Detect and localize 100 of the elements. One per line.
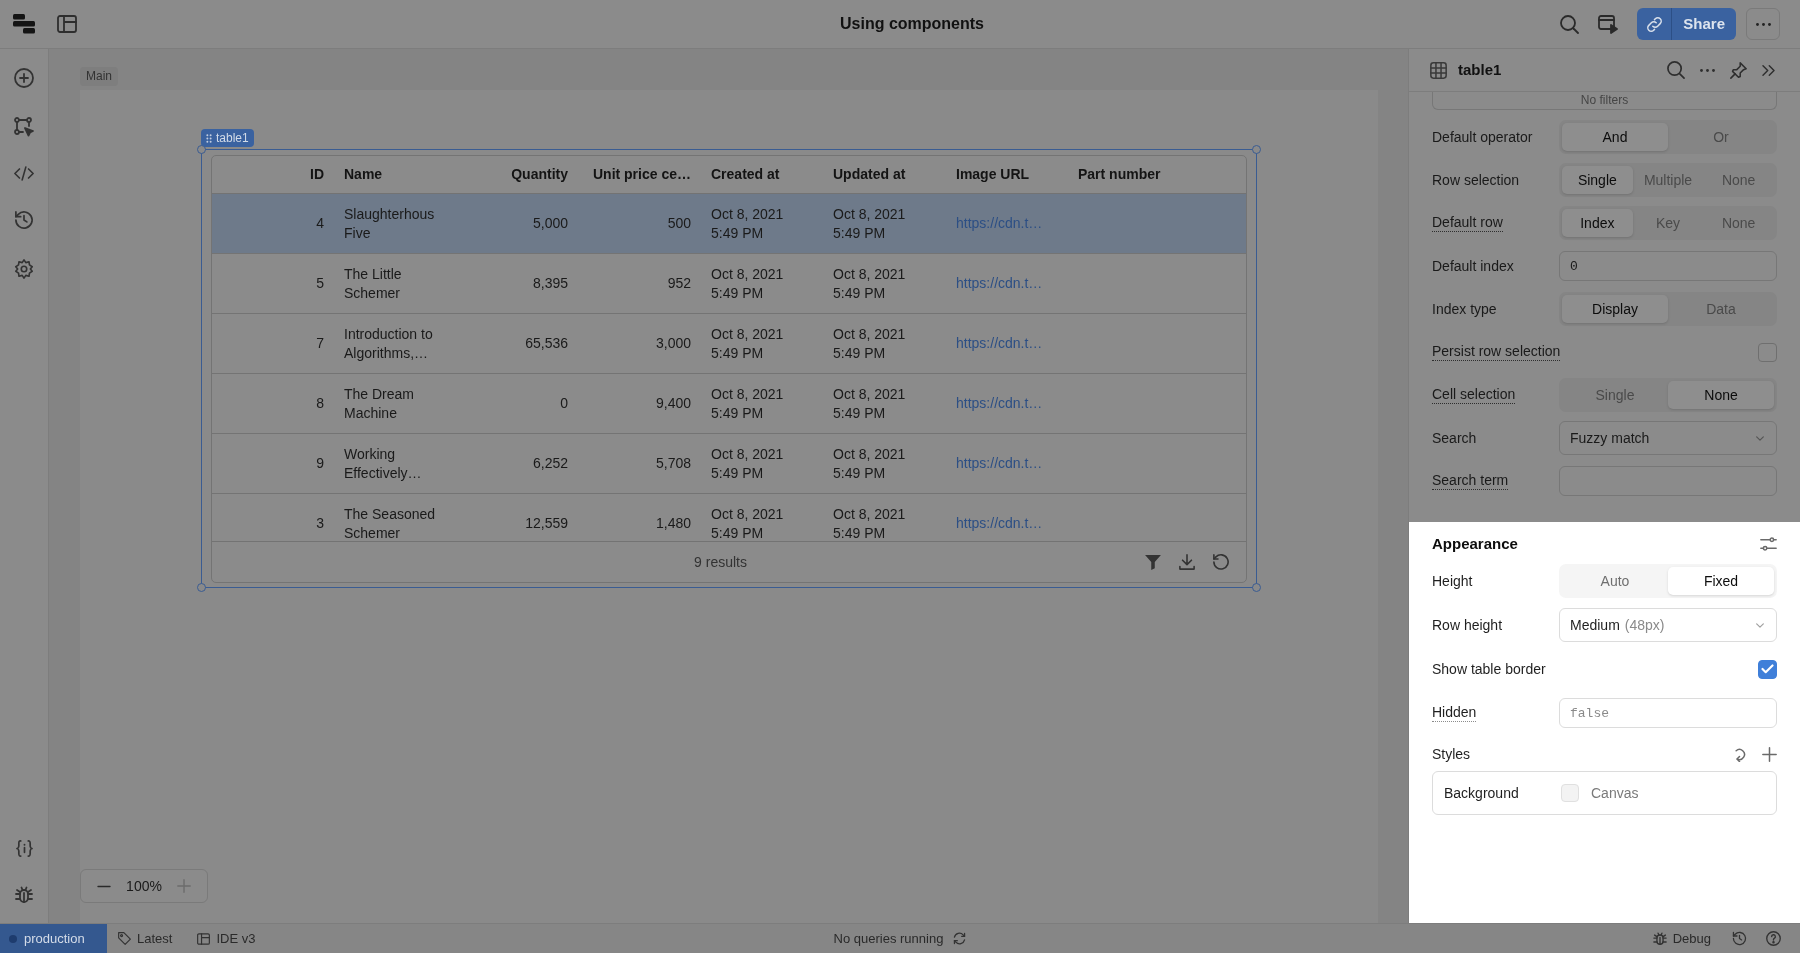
table-cell: 5,000 xyxy=(532,214,568,233)
style-row[interactable]: Background Canvas xyxy=(1432,771,1777,815)
segment-option[interactable]: Fixed xyxy=(1668,567,1774,595)
plus-icon[interactable] xyxy=(1762,746,1777,762)
shape-cursor-icon[interactable] xyxy=(14,117,34,137)
component-tag[interactable]: table1 xyxy=(201,129,254,147)
table-cell: Slaughterhous Five xyxy=(344,204,435,243)
table-cell: Oct 8, 2021 5:49 PM xyxy=(711,504,784,541)
table-cell: Oct 8, 2021 5:49 PM xyxy=(833,504,906,541)
column-header[interactable]: Updated at xyxy=(833,164,906,185)
table-cell: Introduction to Algorithms,… xyxy=(344,324,433,363)
share-button[interactable]: Share xyxy=(1671,8,1736,40)
window-play-icon[interactable] xyxy=(1598,14,1619,34)
link-button[interactable] xyxy=(1637,8,1672,40)
table-cell: Oct 8, 2021 5:49 PM xyxy=(711,264,784,303)
segmented-control[interactable]: And Or xyxy=(1559,120,1777,154)
table-cell: 8 xyxy=(316,394,324,413)
segment-option[interactable]: Auto xyxy=(1562,567,1668,595)
column-header[interactable]: Quantity xyxy=(511,164,568,185)
braces-icon[interactable] xyxy=(15,840,33,857)
bug-icon xyxy=(1652,932,1667,945)
more-icon[interactable] xyxy=(1700,68,1715,72)
setting-label: Height xyxy=(1432,572,1473,590)
segmented-control[interactable]: Display Data xyxy=(1559,292,1777,326)
more-icon xyxy=(1755,22,1771,26)
refresh-icon[interactable] xyxy=(1213,554,1229,570)
sliders-icon[interactable] xyxy=(1760,537,1777,551)
select-field[interactable]: Medium (48px) xyxy=(1559,608,1777,642)
segment-option[interactable]: Single xyxy=(1562,166,1633,194)
filter-icon[interactable] xyxy=(1145,554,1161,570)
select-field[interactable]: Fuzzy match xyxy=(1559,421,1777,455)
app-title: Using components xyxy=(840,14,984,34)
table-cell: Oct 8, 2021 5:49 PM xyxy=(833,264,906,303)
history-icon[interactable] xyxy=(14,210,34,230)
history-icon[interactable] xyxy=(1732,931,1747,946)
layout-icon xyxy=(197,932,211,945)
environment-button[interactable]: production xyxy=(0,924,107,953)
resize-handle[interactable] xyxy=(1252,145,1261,154)
color-swatch-icon[interactable] xyxy=(1561,784,1579,802)
table-cell: Oct 8, 2021 5:49 PM xyxy=(833,204,906,243)
table-row[interactable]: 4 Slaughterhous Five 5,000 500 Oct 8, 2021 5:49 PM Oct 8, 2021 5:49 PM https://cdn.t… xyxy=(212,194,1246,254)
resize-handle[interactable] xyxy=(197,583,206,592)
segmented-control[interactable]: Index Key None xyxy=(1559,206,1777,240)
search-icon[interactable] xyxy=(1667,61,1685,79)
column-header[interactable]: ID xyxy=(310,164,324,185)
resize-handle[interactable] xyxy=(1252,583,1261,592)
subsection-title: Styles xyxy=(1432,744,1471,764)
setting-label: Default row xyxy=(1432,214,1503,232)
column-header[interactable]: Part number xyxy=(1078,164,1161,185)
table-icon xyxy=(1430,61,1447,79)
table-cell: Oct 8, 2021 5:49 PM xyxy=(833,384,906,423)
layout-icon[interactable] xyxy=(57,15,77,33)
segmented-control[interactable]: Auto Fixed xyxy=(1559,564,1777,598)
setting-label: Index type xyxy=(1432,300,1497,318)
segment-option[interactable]: Index xyxy=(1562,209,1633,237)
segment-option[interactable]: And xyxy=(1562,123,1668,151)
zoom-level: 100% xyxy=(126,876,162,896)
debug-button[interactable]: Debug xyxy=(1652,928,1711,949)
column-header[interactable]: Name xyxy=(344,164,383,185)
logo-icon[interactable] xyxy=(13,14,35,34)
segment-option[interactable]: None xyxy=(1668,381,1774,409)
bug-icon[interactable] xyxy=(15,886,33,903)
search-icon[interactable] xyxy=(1560,14,1580,34)
release-button[interactable]: Latest xyxy=(118,928,173,949)
add-icon[interactable] xyxy=(14,68,34,88)
checkbox[interactable] xyxy=(1758,659,1777,679)
table-cell: 8,395 xyxy=(532,274,568,293)
code-icon[interactable] xyxy=(14,166,34,181)
setting-label: Cell selection xyxy=(1432,386,1516,404)
table-cell: 3 xyxy=(316,514,324,533)
ide-version-button[interactable]: IDE v3 xyxy=(197,928,256,949)
column-header[interactable]: Image URL xyxy=(956,164,1030,185)
component-name: table1 xyxy=(1458,59,1502,80)
column-header[interactable]: Created at xyxy=(711,164,780,185)
checkbox[interactable] xyxy=(1758,342,1777,362)
table-cell: 12,559 xyxy=(525,514,568,533)
segmented-control[interactable]: Single None xyxy=(1559,378,1777,412)
help-icon[interactable] xyxy=(1766,931,1781,946)
minus-icon[interactable] xyxy=(97,884,111,888)
double-chevron-icon[interactable] xyxy=(1762,64,1775,76)
reset-icon[interactable] xyxy=(1732,746,1747,762)
table-cell: 7 xyxy=(316,334,324,353)
pin-icon[interactable] xyxy=(1730,61,1747,79)
settings-icon[interactable] xyxy=(14,259,34,279)
segmented-control[interactable]: Single Multiple None xyxy=(1559,163,1777,197)
setting-label: Default operator xyxy=(1432,128,1533,146)
setting-label: Persist row selection xyxy=(1432,343,1561,361)
column-header[interactable]: Unit price ce… xyxy=(592,164,691,185)
download-icon[interactable] xyxy=(1179,554,1195,570)
resize-handle[interactable] xyxy=(197,145,206,154)
setting-label: Default index xyxy=(1432,257,1514,275)
setting-label: Search term xyxy=(1432,472,1509,490)
setting-label: Row height xyxy=(1432,616,1503,634)
segment-option[interactable]: Display xyxy=(1562,295,1668,323)
frame-label: Main xyxy=(80,67,118,86)
input-field[interactable]: 0 xyxy=(1559,251,1777,281)
sync-icon[interactable] xyxy=(953,932,967,945)
filter-list[interactable]: No filters xyxy=(1432,92,1777,110)
grip-icon xyxy=(206,133,212,143)
table-cell: 3,000 xyxy=(655,334,691,353)
